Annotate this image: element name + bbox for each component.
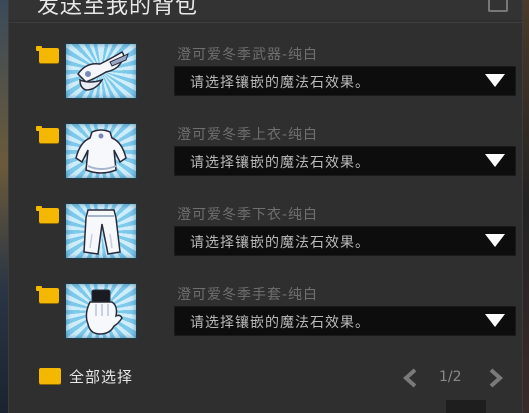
chevron-right-icon[interactable] (485, 368, 505, 388)
bottom-tab (446, 400, 486, 413)
dropdown-arrow-icon[interactable] (485, 154, 505, 167)
dropdown-arrow-icon[interactable] (485, 74, 505, 87)
magic-stone-select[interactable]: 请选择镶嵌的魔法石效果。 (174, 226, 516, 256)
page-indicator: 1/2 (439, 369, 462, 385)
item-row-pants: 澄可爱冬季下衣-纯白 请选择镶嵌的魔法石效果。 (9, 198, 522, 268)
item-row-gloves: 澄可爱冬季手套-纯白 请选择镶嵌的魔法石效果。 (9, 278, 522, 348)
panel-header: 发送至我的背包 (9, 0, 522, 20)
minimize-icon[interactable] (488, 0, 508, 12)
dropdown-arrow-icon[interactable] (485, 234, 505, 247)
chevron-left-icon[interactable] (401, 368, 421, 388)
send-to-bag-panel: 发送至我的背包 澄可爱冬季武器-纯白 请选择镶嵌的魔法石效果。 澄可爱冬季上衣-… (8, 0, 523, 413)
select-placeholder: 请选择镶嵌的魔法石效果。 (190, 315, 370, 331)
item-name: 澄可爱冬季手套-纯白 (177, 287, 319, 303)
magic-stone-select[interactable]: 请选择镶嵌的魔法石效果。 (174, 66, 516, 96)
select-placeholder: 请选择镶嵌的魔法石效果。 (190, 155, 370, 171)
item-checkbox[interactable] (36, 126, 59, 143)
dropdown-arrow-icon[interactable] (485, 314, 505, 327)
pagination: 1/2 (401, 368, 511, 388)
item-checkbox[interactable] (36, 46, 59, 63)
select-placeholder: 请选择镶嵌的魔法石效果。 (190, 75, 370, 91)
header-divider (9, 22, 522, 23)
select-all-label[interactable]: 全部选择 (69, 366, 133, 387)
gloves-icon (65, 283, 137, 339)
magic-stone-select[interactable]: 请选择镶嵌的魔法石效果。 (174, 306, 516, 336)
item-row-weapon: 澄可爱冬季武器-纯白 请选择镶嵌的魔法石效果。 (9, 38, 522, 108)
item-checkbox[interactable] (36, 206, 59, 223)
item-name: 澄可爱冬季下衣-纯白 (177, 207, 319, 223)
select-placeholder: 请选择镶嵌的魔法石效果。 (190, 235, 370, 251)
select-all-checkbox[interactable] (39, 368, 61, 384)
weapon-icon (65, 43, 137, 99)
pants-icon (65, 203, 137, 259)
top-icon (65, 123, 137, 179)
item-name: 澄可爱冬季上衣-纯白 (177, 127, 319, 143)
item-name: 澄可爱冬季武器-纯白 (177, 47, 319, 63)
magic-stone-select[interactable]: 请选择镶嵌的魔法石效果。 (174, 146, 516, 176)
item-row-top: 澄可爱冬季上衣-纯白 请选择镶嵌的魔法石效果。 (9, 118, 522, 188)
item-checkbox[interactable] (36, 286, 59, 303)
panel-title: 发送至我的背包 (37, 0, 199, 19)
